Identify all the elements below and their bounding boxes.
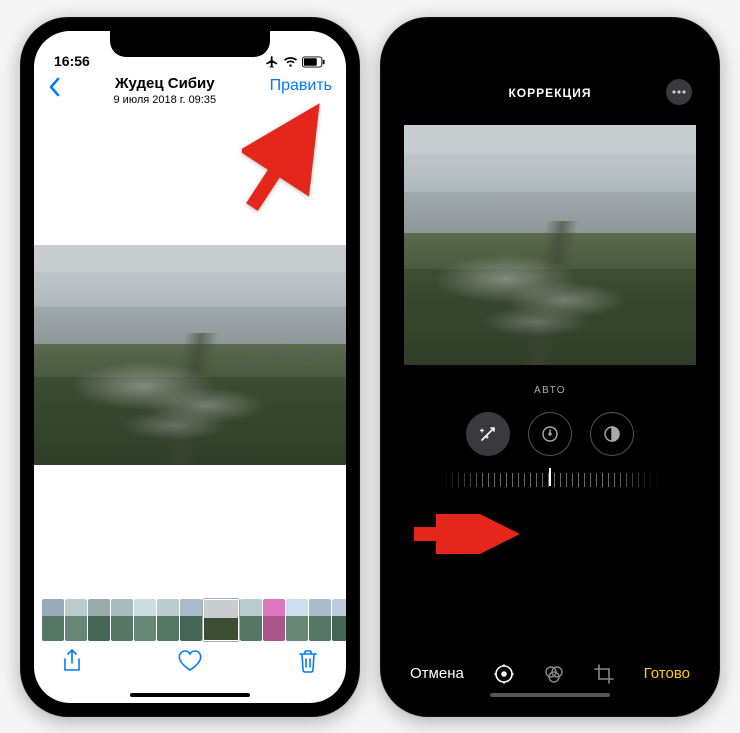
status-icons	[265, 55, 326, 69]
phone-frame-right: .. КОРРЕКЦИЯ АВТО	[380, 17, 720, 717]
thumbnail[interactable]	[111, 599, 133, 641]
home-indicator[interactable]	[490, 693, 610, 697]
edit-header-title: КОРРЕКЦИЯ	[508, 86, 591, 100]
wand-icon	[477, 423, 499, 445]
thumbnail[interactable]	[309, 599, 331, 641]
thumbnail[interactable]	[88, 599, 110, 641]
watermark-text: Яблык	[247, 339, 336, 371]
thumbnail-current[interactable]	[203, 599, 239, 641]
filters-mode-tab[interactable]	[543, 663, 565, 685]
airplane-icon	[265, 55, 279, 69]
heart-icon	[178, 650, 202, 672]
photo-date-subtitle: 9 июля 2018 г. 09:35	[114, 94, 217, 107]
filters-circles-icon	[543, 663, 565, 685]
thumbnail[interactable]	[134, 599, 156, 641]
edit-mode-tabs	[493, 663, 615, 685]
nav-header: Жудец Сибиу 9 июля 2018 г. 09:35 Править	[34, 71, 346, 113]
more-button[interactable]	[666, 79, 692, 105]
phone-frame-left: 16:56 Жудец Сибиу 9 июля 2018 г. 09:35 П…	[20, 17, 360, 717]
screen-photos-view: 16:56 Жудец Сибиу 9 июля 2018 г. 09:35 П…	[34, 31, 346, 703]
share-icon	[62, 649, 82, 673]
notch	[470, 31, 630, 57]
crop-icon	[593, 663, 615, 685]
adjust-slider[interactable]	[394, 466, 706, 494]
thumbnail[interactable]	[180, 599, 202, 641]
thumbnail[interactable]	[157, 599, 179, 641]
photo-location-title: Жудец Сибиу	[114, 75, 217, 93]
adjust-mode-tab[interactable]	[493, 663, 515, 685]
ruler-indicator	[549, 468, 551, 486]
home-indicator[interactable]	[130, 693, 250, 697]
wifi-icon	[283, 56, 298, 68]
adjust-label: АВТО	[394, 375, 706, 408]
cancel-button[interactable]: Отмена	[410, 665, 464, 682]
thumbnail[interactable]	[263, 599, 285, 641]
thumbnail-strip[interactable]	[34, 597, 346, 643]
edit-header: КОРРЕКЦИЯ	[394, 71, 706, 115]
adjust-dial-icon	[493, 663, 515, 685]
thumbnail[interactable]	[286, 599, 308, 641]
share-button[interactable]	[60, 649, 84, 673]
exposure-icon	[540, 424, 560, 444]
edit-button[interactable]: Править	[270, 75, 332, 95]
notch	[110, 31, 270, 57]
done-button[interactable]: Готово	[644, 665, 690, 682]
ellipsis-icon	[672, 90, 686, 94]
delete-button[interactable]	[296, 649, 320, 673]
status-time: 16:56	[54, 53, 90, 69]
photo-viewport[interactable]: Яблык	[34, 113, 346, 597]
thumbnail[interactable]	[65, 599, 87, 641]
crop-mode-tab[interactable]	[593, 663, 615, 685]
auto-enhance-button[interactable]	[466, 412, 510, 456]
thumbnail[interactable]	[332, 599, 346, 641]
photo-editing	[404, 125, 696, 365]
exposure-button[interactable]	[528, 412, 572, 456]
edit-photo-viewport[interactable]	[394, 115, 706, 375]
thumbnail[interactable]	[42, 599, 64, 641]
chevron-left-icon	[48, 77, 60, 97]
favorite-button[interactable]	[178, 649, 202, 673]
trash-icon	[298, 649, 318, 673]
thumbnail[interactable]	[240, 599, 262, 641]
adjust-buttons-row	[394, 408, 706, 466]
photo-title-block: Жудец Сибиу 9 июля 2018 г. 09:35	[114, 75, 217, 107]
battery-icon	[302, 56, 326, 68]
back-button[interactable]	[48, 75, 60, 103]
screen-edit-view: .. КОРРЕКЦИЯ АВТО	[394, 31, 706, 703]
contrast-icon	[602, 424, 622, 444]
brilliance-button[interactable]	[590, 412, 634, 456]
